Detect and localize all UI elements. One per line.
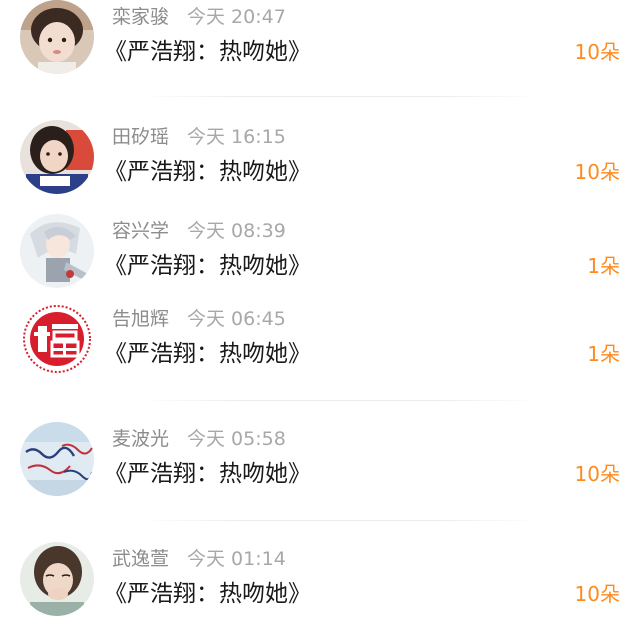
girl-selfie-avatar[interactable] — [20, 542, 94, 616]
gift-count: 1朵 — [587, 254, 620, 278]
list-item[interactable]: 麦波光 今天 05:58 《严浩翔：热吻她》 10朵 — [0, 422, 640, 512]
divider — [140, 520, 540, 521]
gift-count: 10朵 — [574, 40, 620, 64]
sender-name[interactable]: 田矽瑶 — [112, 126, 169, 148]
gift-count: 10朵 — [574, 462, 620, 486]
divider — [140, 400, 540, 401]
send-time: 今天 01:14 — [187, 548, 286, 570]
sender-name[interactable]: 容兴学 — [112, 220, 169, 242]
fu-seal-avatar[interactable] — [20, 302, 94, 376]
anime-character-avatar[interactable] — [20, 214, 94, 288]
gift-count: 1朵 — [587, 342, 620, 366]
sender-name[interactable]: 栾家骏 — [112, 6, 169, 28]
list-item[interactable]: 武逸萱 今天 01:14 《严浩翔：热吻她》 10朵 — [0, 542, 640, 632]
sender-name[interactable]: 武逸萱 — [112, 548, 169, 570]
divider — [140, 96, 540, 97]
gift-record-list: 栾家骏 今天 20:47 《严浩翔：热吻她》 10朵 田矽瑶 今天 16:15 《严… — [0, 0, 640, 634]
handwriting-banner-avatar[interactable] — [20, 422, 94, 496]
gift-title[interactable]: 《严浩翔：热吻她》 — [104, 454, 311, 488]
sender-name[interactable]: 麦波光 — [112, 428, 169, 450]
list-item[interactable]: 告旭辉 今天 06:45 《严浩翔：热吻她》 1朵 — [0, 302, 640, 392]
sender-line: 田矽瑶 今天 16:15 — [112, 122, 286, 149]
send-time: 今天 08:39 — [187, 220, 286, 242]
gift-title[interactable]: 《严浩翔：热吻她》 — [104, 152, 311, 186]
list-item[interactable]: 栾家骏 今天 20:47 《严浩翔：热吻她》 10朵 — [0, 0, 640, 90]
gift-title[interactable]: 《严浩翔：热吻她》 — [104, 32, 311, 66]
gift-count: 10朵 — [574, 160, 620, 184]
gift-count: 10朵 — [574, 582, 620, 606]
sender-line: 栾家骏 今天 20:47 — [112, 2, 286, 29]
sender-line: 武逸萱 今天 01:14 — [112, 544, 286, 571]
send-time: 今天 06:45 — [187, 308, 286, 330]
sender-line: 麦波光 今天 05:58 — [112, 424, 286, 451]
gift-title[interactable]: 《严浩翔：热吻她》 — [104, 334, 311, 368]
send-time: 今天 20:47 — [187, 6, 286, 28]
list-item[interactable]: 容兴学 今天 08:39 《严浩翔：热吻她》 1朵 — [0, 214, 640, 304]
send-time: 今天 16:15 — [187, 126, 286, 148]
gift-title[interactable]: 《严浩翔：热吻她》 — [104, 574, 311, 608]
sender-line: 告旭辉 今天 06:45 — [112, 304, 286, 331]
send-time: 今天 05:58 — [187, 428, 286, 450]
sender-line: 容兴学 今天 08:39 — [112, 216, 286, 243]
girl-portrait-avatar[interactable] — [20, 0, 94, 74]
girl-portrait-avatar[interactable] — [20, 120, 94, 194]
list-item[interactable]: 田矽瑶 今天 16:15 《严浩翔：热吻她》 10朵 — [0, 120, 640, 210]
sender-name[interactable]: 告旭辉 — [112, 308, 169, 330]
gift-title[interactable]: 《严浩翔：热吻她》 — [104, 246, 311, 280]
